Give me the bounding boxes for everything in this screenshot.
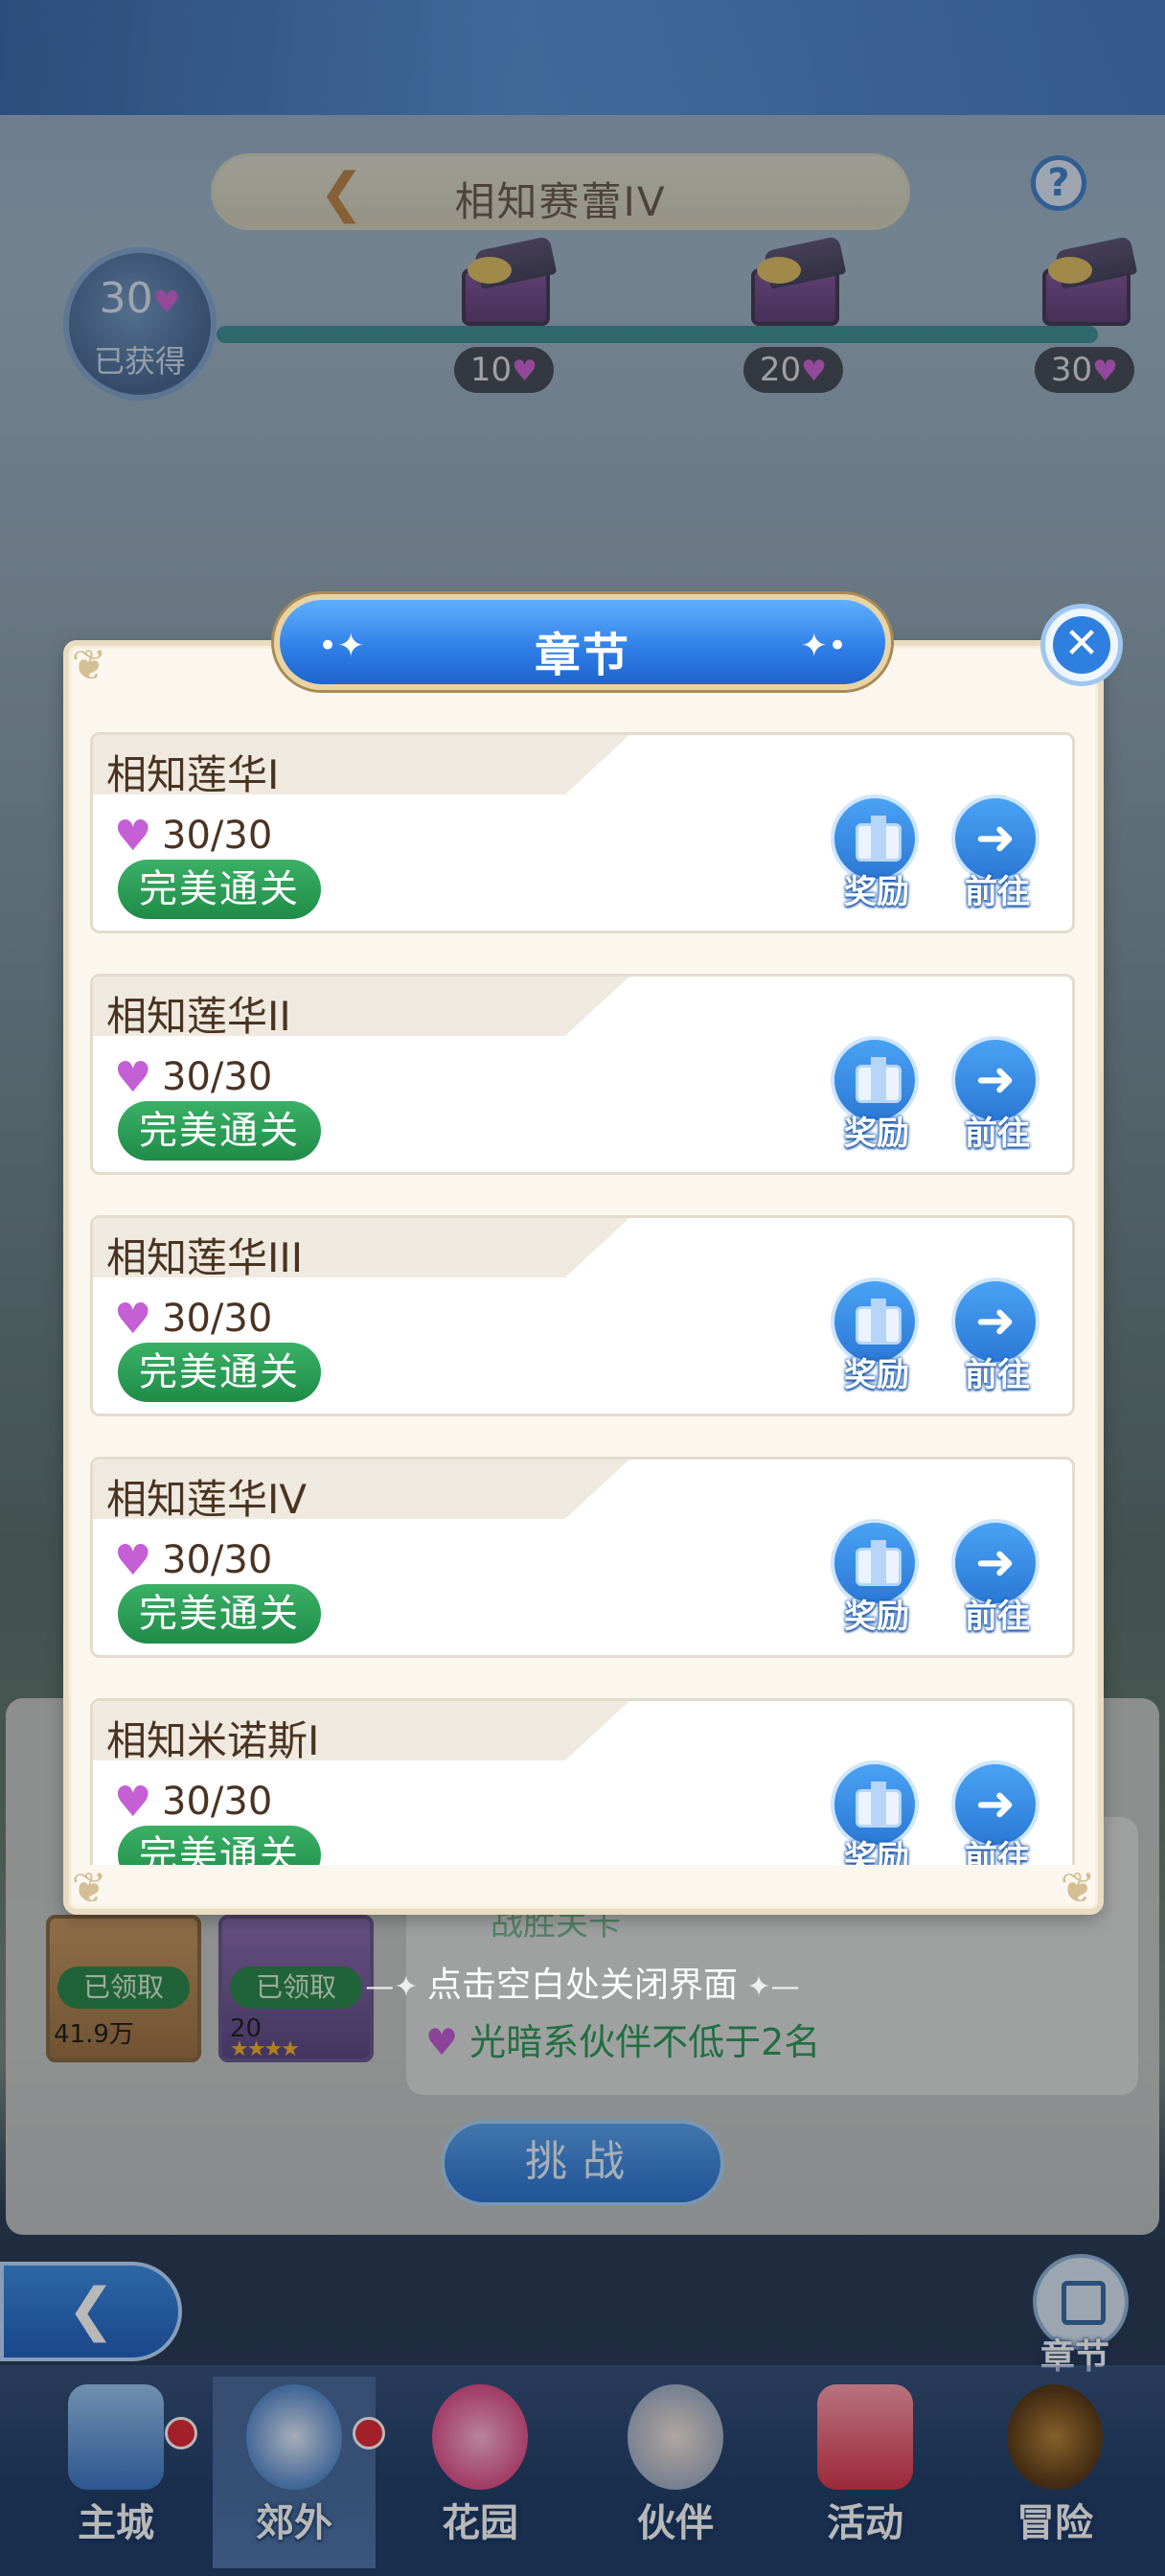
chapter-name: 相知莲华IV bbox=[106, 1476, 308, 1523]
reward-button[interactable]: 奖励 bbox=[831, 1277, 923, 1402]
perfect-clear-badge: 完美通关 bbox=[118, 860, 321, 919]
chapter-name: 相知莲华I bbox=[106, 751, 280, 798]
chapter-row: 相知莲华III ♥ 30/30 完美通关 奖励 ➜ 前往 bbox=[90, 1215, 1075, 1416]
chapter-score: 30/30 bbox=[162, 1055, 273, 1099]
perfect-clear-badge: 完美通关 bbox=[118, 1826, 321, 1865]
go-button[interactable]: ➜ 前往 bbox=[951, 794, 1043, 919]
go-button[interactable]: ➜ 前往 bbox=[951, 1277, 1043, 1402]
chapter-row: 相知莲华I ♥ 30/30 完美通关 奖励 ➜ 前往 bbox=[90, 732, 1075, 933]
close-icon: ✕ bbox=[1053, 616, 1110, 674]
chapter-row: 相知莲华IV ♥ 30/30 完美通关 奖励 ➜ 前往 bbox=[90, 1457, 1075, 1658]
perfect-clear-badge: 完美通关 bbox=[118, 1101, 321, 1161]
sparkle-icon: ✦• bbox=[800, 627, 847, 665]
chapter-row: 相知米诺斯I ♥ 30/30 完美通关 奖励 ➜ 前往 bbox=[90, 1698, 1075, 1865]
heart-icon: ♥ bbox=[114, 1295, 152, 1344]
reward-button[interactable]: 奖励 bbox=[831, 1519, 923, 1644]
reward-button[interactable]: 奖励 bbox=[831, 1036, 923, 1161]
perfect-clear-badge: 完美通关 bbox=[118, 1343, 321, 1402]
go-button[interactable]: ➜ 前往 bbox=[951, 1760, 1043, 1865]
chapter-score: 30/30 bbox=[162, 1297, 273, 1341]
close-hint: —✦ 点击空白处关闭界面 ✦— bbox=[365, 1966, 800, 2005]
reward-button[interactable]: 奖励 bbox=[831, 1760, 923, 1865]
chapter-name: 相知莲华II bbox=[106, 993, 291, 1040]
corner-ornament-icon: ❦ bbox=[71, 641, 107, 690]
chapter-list[interactable]: 相知莲华I ♥ 30/30 完美通关 奖励 ➜ 前往 相知莲华II ♥ 30/3… bbox=[86, 732, 1079, 1865]
chapter-score: 30/30 bbox=[162, 814, 273, 858]
perfect-clear-badge: 完美通关 bbox=[118, 1584, 321, 1644]
chapter-name: 相知米诺斯I bbox=[106, 1717, 320, 1764]
corner-ornament-icon: ❦ bbox=[1060, 1864, 1096, 1913]
go-button[interactable]: ➜ 前往 bbox=[951, 1519, 1043, 1644]
modal-title-banner: •✦ 章节 ✦• bbox=[274, 594, 891, 690]
chapter-name: 相知莲华III bbox=[106, 1234, 304, 1281]
reward-button[interactable]: 奖励 bbox=[831, 794, 923, 919]
corner-ornament-icon: ❦ bbox=[71, 1864, 107, 1913]
chapter-row: 相知莲华II ♥ 30/30 完美通关 奖励 ➜ 前往 bbox=[90, 974, 1075, 1175]
heart-icon: ♥ bbox=[114, 1053, 152, 1102]
heart-icon: ♥ bbox=[114, 1778, 152, 1827]
modal-title: 章节 bbox=[534, 629, 630, 682]
go-button[interactable]: ➜ 前往 bbox=[951, 1036, 1043, 1161]
chapter-score: 30/30 bbox=[162, 1780, 273, 1824]
close-button[interactable]: ✕ bbox=[1040, 604, 1123, 686]
chapter-score: 30/30 bbox=[162, 1538, 273, 1582]
heart-icon: ♥ bbox=[114, 812, 152, 861]
heart-icon: ♥ bbox=[114, 1536, 152, 1585]
